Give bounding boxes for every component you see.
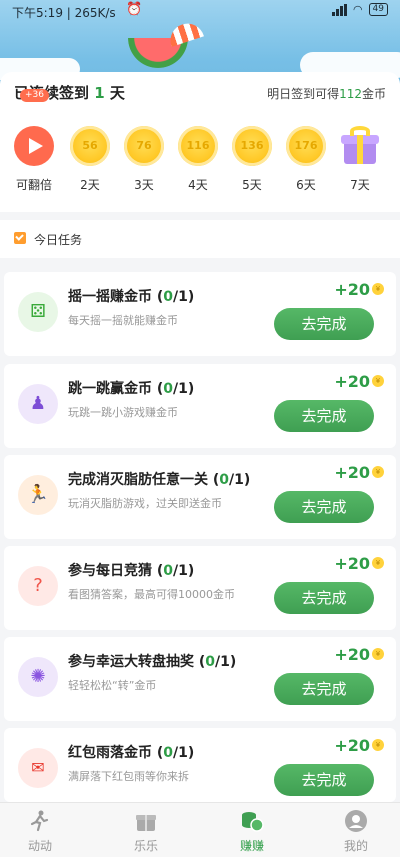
runner-icon: 🏃 [18,475,58,515]
task-description: 看图猜答案，最高可得10000金币 [68,588,235,601]
task-title: 参与幸运大转盘抽奖 (0/1) [68,654,237,670]
task-description: 玩消灭脂肪游戏，过关即送金币 [68,497,222,510]
profile-icon [344,809,368,833]
section-title: 今日任务 [34,233,83,247]
task-complete-button[interactable]: 去完成 [274,673,374,705]
wheel-icon: ✺ [18,657,58,697]
task-title: 红包雨落金币 (0/1) [68,745,195,761]
nav-item-zhuanzhuan[interactable]: 赚赚 [222,809,282,854]
coin-icon: ¥ [372,739,384,751]
task-description: 玩跳一跳小游戏赚金币 [68,406,178,419]
task-card: ✺ 参与幸运大转盘抽奖 (0/1) 轻轻松松“转”金币 +20 ¥ 去完成 [4,637,396,721]
task-progress: 0 [205,654,216,670]
task-description: 每天摇一摇就能赚金币 [68,314,178,327]
task-complete-button[interactable]: 去完成 [274,582,374,614]
task-title: 参与每日竞猜 (0/1) [68,563,195,579]
task-reward: +20 [334,736,370,755]
signin-day: 116 4天 [174,126,222,193]
task-title: 完成消灭脂肪任意一关 (0/1) [68,472,251,488]
gift-icon [134,809,158,833]
wifi-icon: ◠ [352,3,363,16]
task-reward: +20 [334,645,370,664]
task-description: 轻轻松松“转”金币 [68,679,157,692]
coin-icon: ¥ [372,283,384,295]
task-title: 跳一跳赢金币 (0/1) [68,381,195,397]
question-icon: ? [18,566,58,606]
nav-item-dongdong[interactable]: 动动 [10,809,70,854]
signin-day: 76 3天 [120,126,168,193]
task-card: 🏃 完成消灭脂肪任意一关 (0/1) 玩消灭脂肪游戏，过关即送金币 +20 ¥ … [4,455,396,539]
coin-icon: ¥ [372,557,384,569]
task-complete-button[interactable]: 去完成 [274,764,374,796]
coin-icon: 76 [124,126,164,166]
bottom-nav: 动动 乐乐 赚赚 我的 [0,802,400,857]
task-reward: +20 [334,554,370,573]
status-time: 下午5:19 | 265K/s [12,6,116,20]
task-progress: 0 [163,289,174,305]
signin-day-double[interactable]: 可翻倍 [10,126,58,193]
signal-icon [331,3,347,16]
task-progress: 0 [163,563,174,579]
alarm-icon: ⏰ [126,2,143,17]
task-reward: +20 [334,280,370,299]
jump-icon: ♟ [18,384,58,424]
dice-icon: ⚄ [18,292,58,332]
gift-icon [340,126,380,166]
status-bar: 下午5:19 | 265K/s ⏰ ◠ 49 [0,0,400,24]
task-card: ✉ 红包雨落金币 (0/1) 满屏落下红包雨等你来拆 +20 ¥ 去完成 [4,728,396,802]
task-complete-button[interactable]: 去完成 [274,308,374,340]
task-reward: +20 [334,463,370,482]
task-card: ♟ 跳一跳赢金币 (0/1) 玩跳一跳小游戏赚金币 +20 ¥ 去完成 [4,364,396,448]
coin-icon: 176 [286,126,326,166]
double-badge: +36 [20,89,49,102]
signin-card: 已连续签到 1 天 +36 明日签到可得112金币 可翻倍 56 2天 76 3… [0,72,400,212]
task-progress: 0 [163,745,174,761]
task-title: 摇一摇赚金币 (0/1) [68,289,195,305]
nav-item-mine[interactable]: 我的 [326,809,386,854]
signin-day: 136 5天 [228,126,276,193]
coin-icon: ¥ [372,466,384,478]
nav-item-lele[interactable]: 乐乐 [116,809,176,854]
run-icon [28,809,52,833]
task-list-icon [14,232,26,244]
task-progress: 0 [219,472,230,488]
coin-icon: ¥ [372,375,384,387]
coin-icon: 56 [70,126,110,166]
task-complete-button[interactable]: 去完成 [274,491,374,523]
task-complete-button[interactable]: 去完成 [274,400,374,432]
task-progress: 0 [163,381,174,397]
signin-day: 176 6天 [282,126,330,193]
coin-icon: 116 [178,126,218,166]
signin-day: 56 2天 [66,126,114,193]
signin-day-gift[interactable]: 7天 [336,126,384,193]
task-card: ⚄ 摇一摇赚金币 (0/1) 每天摇一摇就能赚金币 +20 ¥ 去完成 [4,272,396,356]
play-icon [14,126,54,166]
task-reward: +20 [334,372,370,391]
task-description: 满屏落下红包雨等你来拆 [68,770,189,783]
red-envelope-icon: ✉ [18,748,58,788]
battery-icon: 49 [368,3,388,16]
coin-icon: ¥ [372,648,384,660]
coin-icon: 136 [232,126,272,166]
signin-days-row: 可翻倍 56 2天 76 3天 116 4天 136 5天 176 6天 7天 [0,126,400,206]
signin-hint: 明日签到可得112金币 [267,87,386,101]
task-card: ? 参与每日竞猜 (0/1) 看图猜答案，最高可得10000金币 +20 ¥ 去… [4,546,396,630]
signin-days: 1 [94,84,105,102]
coins-icon [240,809,264,833]
today-tasks-header: 今日任务 [0,220,400,258]
